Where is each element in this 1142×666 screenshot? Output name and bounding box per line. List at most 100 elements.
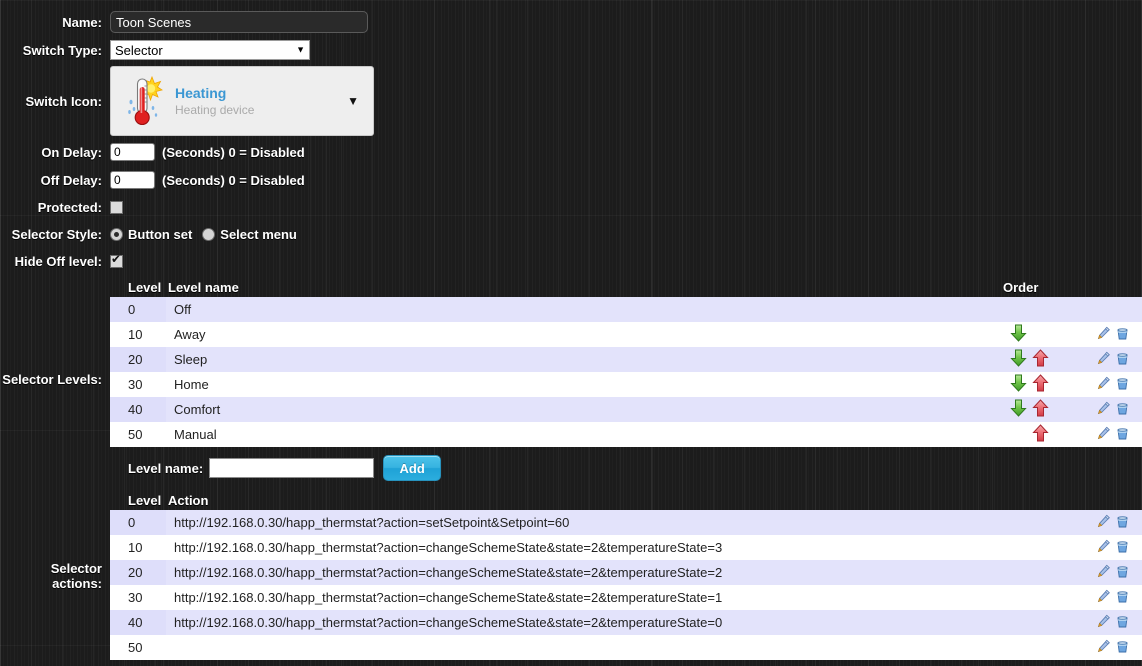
off-delay-hint: (Seconds) 0 = Disabled bbox=[162, 173, 305, 188]
switch-icon-subtitle: Heating device bbox=[175, 102, 347, 118]
move-up-arrow-icon[interactable] bbox=[1029, 349, 1051, 370]
action-url-cell[interactable]: http://192.168.0.30/happ_thermstat?actio… bbox=[166, 610, 1094, 635]
selector-style-radio-button-set[interactable] bbox=[110, 228, 123, 241]
protected-label: Protected: bbox=[0, 200, 110, 215]
order-cell bbox=[964, 347, 1094, 372]
table-row: 30Home bbox=[110, 372, 1142, 397]
name-input[interactable] bbox=[110, 11, 368, 33]
off-delay-label: Off Delay: bbox=[0, 173, 110, 188]
thermometer-icon bbox=[125, 75, 163, 127]
edit-pencil-icon[interactable] bbox=[1096, 564, 1111, 582]
delete-trash-icon[interactable] bbox=[1115, 351, 1130, 369]
add-level-input[interactable] bbox=[209, 458, 374, 478]
move-down-arrow-icon[interactable] bbox=[1007, 349, 1029, 370]
row-actions-cell bbox=[1094, 610, 1142, 635]
delete-trash-icon[interactable] bbox=[1115, 426, 1130, 444]
edit-pencil-icon[interactable] bbox=[1096, 539, 1111, 557]
edit-pencil-icon[interactable] bbox=[1096, 614, 1111, 632]
on-delay-input[interactable] bbox=[110, 143, 155, 161]
move-up-arrow-icon[interactable] bbox=[1029, 374, 1051, 395]
action-level-cell: 40 bbox=[110, 610, 166, 635]
table-row: 20Sleep bbox=[110, 347, 1142, 372]
level-cell: 30 bbox=[110, 372, 166, 397]
level-cell: 10 bbox=[110, 322, 166, 347]
switch-icon-text: Heating Heating device bbox=[175, 85, 347, 118]
edit-pencil-icon[interactable] bbox=[1096, 326, 1111, 344]
selector-style-radio-select-menu[interactable] bbox=[202, 228, 215, 241]
add-level-label: Level name: bbox=[128, 461, 203, 476]
level-name-cell: Away bbox=[166, 322, 964, 347]
on-delay-label: On Delay: bbox=[0, 145, 110, 160]
switch-type-select[interactable]: Selector bbox=[110, 40, 310, 60]
edit-pencil-icon[interactable] bbox=[1096, 589, 1111, 607]
order-cell bbox=[964, 397, 1094, 422]
row-actions-cell bbox=[1094, 372, 1142, 397]
delete-trash-icon[interactable] bbox=[1115, 326, 1130, 344]
actions-header-action: Action bbox=[168, 493, 208, 508]
table-row: 40Comfort bbox=[110, 397, 1142, 422]
table-row: 10Away bbox=[110, 322, 1142, 347]
switch-type-label: Switch Type: bbox=[0, 43, 110, 58]
level-name-cell: Home bbox=[166, 372, 964, 397]
levels-header-name: Level name bbox=[168, 280, 239, 295]
switch-icon-title: Heating bbox=[175, 85, 347, 102]
delete-trash-icon[interactable] bbox=[1115, 376, 1130, 394]
switch-icon-picker[interactable]: Heating Heating device ▼ bbox=[110, 66, 374, 136]
delete-trash-icon[interactable] bbox=[1115, 539, 1130, 557]
move-down-arrow-icon[interactable] bbox=[1007, 374, 1029, 395]
action-url-cell[interactable] bbox=[166, 635, 1094, 660]
row-actions-cell bbox=[1094, 635, 1142, 660]
table-row: 20http://192.168.0.30/happ_thermstat?act… bbox=[110, 560, 1142, 585]
edit-pencil-icon[interactable] bbox=[1096, 514, 1111, 532]
edit-pencil-icon[interactable] bbox=[1096, 639, 1111, 657]
action-level-cell: 20 bbox=[110, 560, 166, 585]
delete-trash-icon[interactable] bbox=[1115, 564, 1130, 582]
action-level-cell: 0 bbox=[110, 510, 166, 535]
table-row: 0http://192.168.0.30/happ_thermstat?acti… bbox=[110, 510, 1142, 535]
name-row: Name: bbox=[0, 8, 1142, 36]
move-down-arrow-icon[interactable] bbox=[1007, 324, 1029, 345]
hide-off-level-checkbox[interactable] bbox=[110, 255, 123, 268]
delete-trash-icon[interactable] bbox=[1115, 639, 1130, 657]
switch-icon-row: Switch Icon: bbox=[0, 64, 1142, 138]
switch-icon-label: Switch Icon: bbox=[0, 94, 110, 109]
selector-style-option-0-label: Button set bbox=[128, 227, 192, 242]
delete-trash-icon[interactable] bbox=[1115, 614, 1130, 632]
move-up-arrow-icon[interactable] bbox=[1029, 424, 1051, 445]
edit-pencil-icon[interactable] bbox=[1096, 401, 1111, 419]
order-cell bbox=[964, 297, 1094, 322]
action-url-cell[interactable]: http://192.168.0.30/happ_thermstat?actio… bbox=[166, 560, 1094, 585]
row-actions-cell bbox=[1094, 297, 1142, 322]
selector-levels-section: Selector Levels: Level Level name Order … bbox=[0, 278, 1142, 481]
actions-table: 0http://192.168.0.30/happ_thermstat?acti… bbox=[110, 510, 1142, 660]
edit-pencil-icon[interactable] bbox=[1096, 426, 1111, 444]
level-cell: 0 bbox=[110, 297, 166, 322]
level-cell: 20 bbox=[110, 347, 166, 372]
row-actions-cell bbox=[1094, 322, 1142, 347]
move-down-arrow-icon[interactable] bbox=[1007, 399, 1029, 420]
edit-pencil-icon[interactable] bbox=[1096, 376, 1111, 394]
chevron-down-icon[interactable]: ▼ bbox=[347, 94, 363, 108]
row-actions-cell bbox=[1094, 510, 1142, 535]
protected-checkbox[interactable] bbox=[110, 201, 123, 214]
selector-style-row: Selector Style: Button set Select menu bbox=[0, 220, 1142, 248]
delete-trash-icon[interactable] bbox=[1115, 401, 1130, 419]
action-level-cell: 10 bbox=[110, 535, 166, 560]
levels-table-header: Level Level name Order bbox=[110, 278, 1142, 297]
action-url-cell[interactable]: http://192.168.0.30/happ_thermstat?actio… bbox=[166, 510, 1094, 535]
delete-trash-icon[interactable] bbox=[1115, 589, 1130, 607]
row-actions-cell bbox=[1094, 585, 1142, 610]
table-row: 40http://192.168.0.30/happ_thermstat?act… bbox=[110, 610, 1142, 635]
table-row: 0Off bbox=[110, 297, 1142, 322]
action-url-cell[interactable]: http://192.168.0.30/happ_thermstat?actio… bbox=[166, 585, 1094, 610]
action-url-cell[interactable]: http://192.168.0.30/happ_thermstat?actio… bbox=[166, 535, 1094, 560]
add-level-button[interactable]: Add bbox=[383, 455, 441, 481]
off-delay-input[interactable] bbox=[110, 171, 155, 189]
move-up-arrow-icon[interactable] bbox=[1029, 399, 1051, 420]
delete-trash-icon[interactable] bbox=[1115, 514, 1130, 532]
off-delay-row: Off Delay: (Seconds) 0 = Disabled bbox=[0, 166, 1142, 194]
edit-pencil-icon[interactable] bbox=[1096, 351, 1111, 369]
device-edit-page: Name: Switch Type: Selector ▼ Switch Ico… bbox=[0, 8, 1142, 666]
selector-style-label: Selector Style: bbox=[0, 227, 110, 242]
order-cell bbox=[964, 372, 1094, 397]
